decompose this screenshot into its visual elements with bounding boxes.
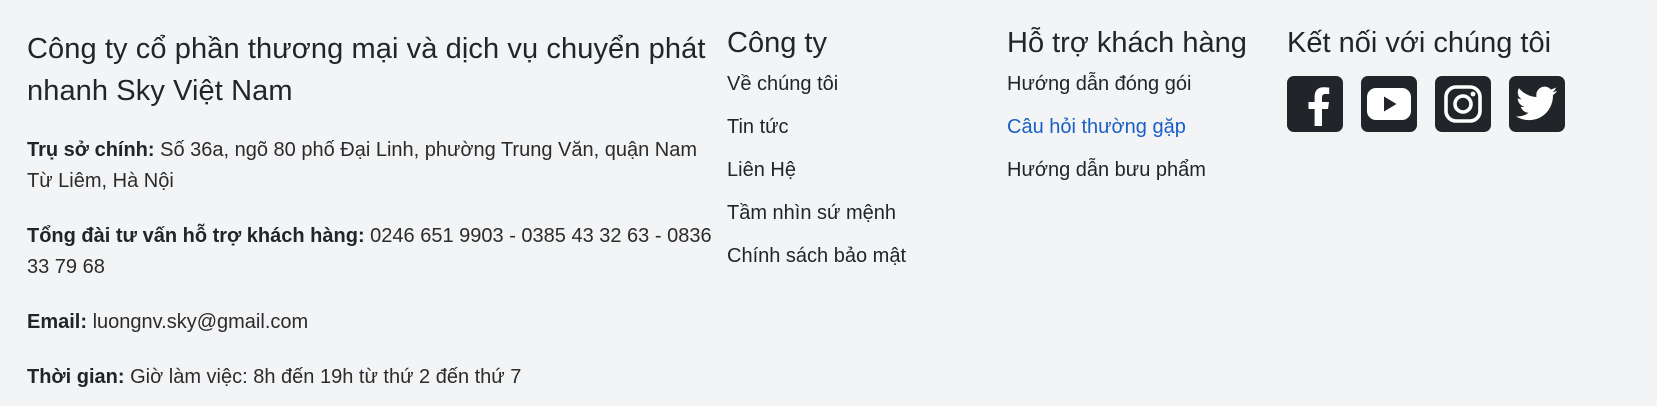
youtube-icon[interactable] [1361,76,1417,132]
link-privacy-policy[interactable]: Chính sách bảo mật [727,244,977,268]
social-column-title: Kết nối với chúng tôi [1287,27,1552,59]
company-links-column: Công ty Về chúng tôi Tin tức Liên Hệ Tầm… [727,26,977,287]
hours-line: Thời gian: Giờ làm việc: 8h đến 19h từ t… [27,362,717,393]
facebook-icon[interactable] [1287,76,1343,132]
email-line: Email: luongnv.sky@gmail.com [27,307,717,338]
address-line: Trụ sở chính: Số 36a, ngõ 80 phố Đại Lin… [27,135,717,197]
link-vision-mission[interactable]: Tầm nhìn sứ mệnh [727,201,977,225]
support-links-column: Hỗ trợ khách hàng Hướng dẫn đóng gói Câu… [1007,26,1287,201]
social-column: Kết nối với chúng tôi [1287,26,1627,132]
hours-value: Giờ làm việc: 8h đến 19h từ thứ 2 đến th… [124,366,522,388]
instagram-icon[interactable] [1435,76,1491,132]
company-link-list: Về chúng tôi Tin tức Liên Hệ Tầm nhìn sứ… [727,72,977,268]
link-parcel-guide[interactable]: Hướng dẫn bưu phẩm [1007,158,1287,182]
support-link-list: Hướng dẫn đóng gói Câu hỏi thường gặp Hư… [1007,72,1287,182]
address-label: Trụ sở chính: [27,139,155,161]
site-footer: Công ty cổ phần thương mại và dịch vụ ch… [0,0,1657,406]
link-contact[interactable]: Liên Hệ [727,158,977,182]
social-icons-row [1287,76,1627,132]
link-about-us[interactable]: Về chúng tôi [727,72,977,96]
hotline-label: Tổng đài tư vấn hỗ trợ khách hàng: [27,225,365,247]
company-name: Công ty cổ phần thương mại và dịch vụ ch… [27,33,706,107]
hotline-line: Tổng đài tư vấn hỗ trợ khách hàng: 0246 … [27,221,717,283]
email-label: Email: [27,311,88,333]
link-packing-guide[interactable]: Hướng dẫn đóng gói [1007,72,1287,96]
twitter-icon[interactable] [1509,76,1565,132]
hours-label: Thời gian: [27,366,125,388]
email-value: luongnv.sky@gmail.com [87,311,309,333]
support-column-title: Hỗ trợ khách hàng [1007,27,1247,59]
company-info-column: Công ty cổ phần thương mại và dịch vụ ch… [27,28,717,406]
link-news[interactable]: Tin tức [727,115,977,139]
company-column-title: Công ty [727,27,827,59]
link-faq[interactable]: Câu hỏi thường gặp [1007,115,1287,139]
